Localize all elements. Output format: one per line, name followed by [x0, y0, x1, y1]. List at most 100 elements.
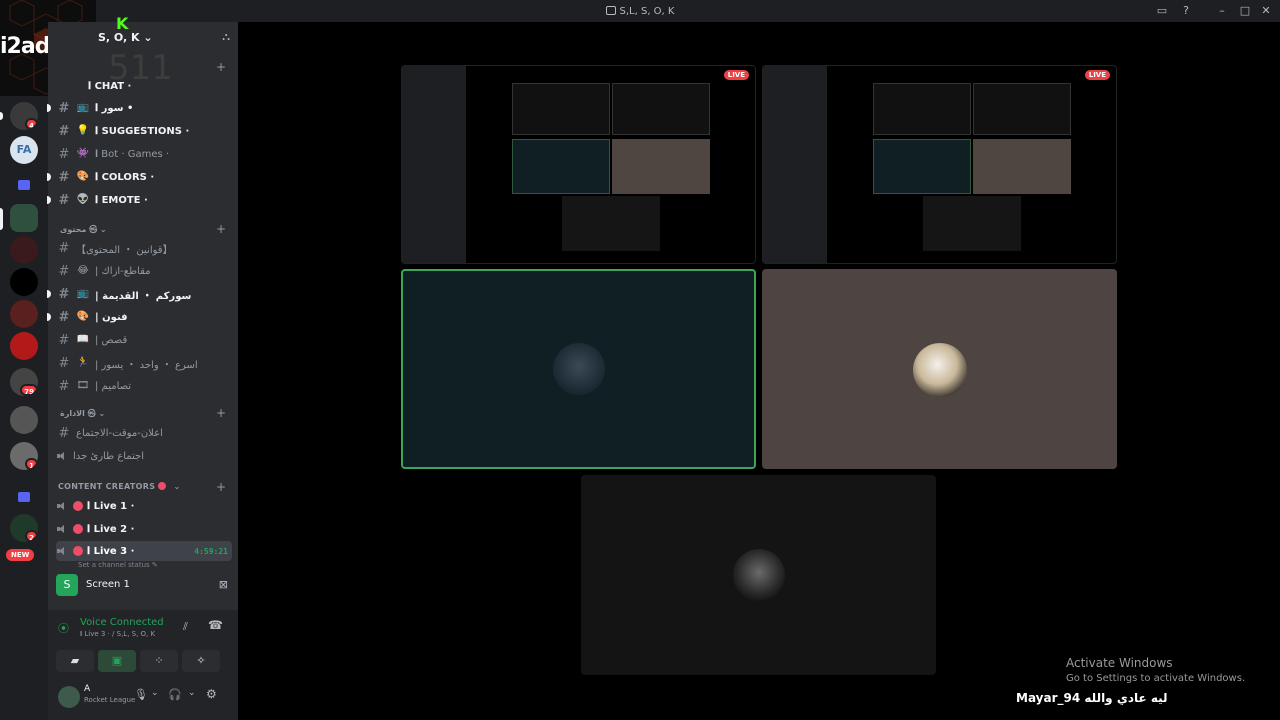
channel-item[interactable]: # 📺 سوركم ・ القديمة |: [47, 284, 232, 304]
activation-watermark: Activate Windows Go to Settings to activ…: [1066, 656, 1245, 684]
channel-item[interactable]: # 📺 𝐈 سور •: [47, 98, 232, 118]
voice-channel-item[interactable]: اجتماع طارئ جدا: [56, 446, 232, 466]
server-icon[interactable]: [10, 300, 38, 328]
speaker-icon: [56, 451, 67, 461]
server-header[interactable]: K S, O, K ⌄ 511 ⛬: [48, 14, 238, 88]
channel-item[interactable]: # 🎞 تصاميم |: [56, 376, 232, 396]
add-channel-icon[interactable]: +: [216, 60, 226, 74]
channel-item[interactable]: # 👾 𝐈 Bot · Games ·: [56, 144, 232, 164]
participant-tile[interactable]: [762, 269, 1117, 469]
category-creators[interactable]: CONTENT CREATORS ⌄: [58, 482, 180, 491]
folder-icon[interactable]: [10, 172, 38, 200]
channel-label: 𝐈 Live 2 ·: [87, 523, 135, 535]
add-channel-icon[interactable]: +: [216, 406, 226, 420]
category-label: محتوى ㉿: [60, 225, 98, 234]
server-icon[interactable]: [10, 332, 38, 360]
inbox-icon[interactable]: ▭: [1154, 3, 1170, 19]
voice-channel-live-3[interactable]: 𝐈 Live 3 · 4:59:21: [56, 541, 232, 561]
server-icon-current[interactable]: [10, 204, 38, 232]
channel-item[interactable]: # 🎨 فنون |: [47, 307, 232, 327]
unread-indicator: [47, 104, 51, 112]
runner-emoji-icon: 🏃: [76, 357, 90, 368]
minimize-button[interactable]: –: [1214, 3, 1230, 19]
microphone-icon[interactable]: 🎙: [134, 688, 148, 701]
game-emoji-icon: 👾: [76, 148, 90, 159]
channel-label: قصص |: [95, 334, 128, 346]
chevron-down-icon[interactable]: ⌄: [151, 688, 159, 698]
server-badge: 4: [25, 118, 38, 130]
stream-tile-screen[interactable]: LIVE: [401, 65, 756, 264]
add-channel-icon[interactable]: +: [216, 480, 226, 494]
maximize-button[interactable]: □: [1237, 3, 1253, 19]
soundboard-button[interactable]: ✧: [182, 650, 220, 672]
server-icon[interactable]: 1: [10, 442, 38, 470]
participant-tile-speaking[interactable]: [401, 269, 756, 469]
channel-label: 𝐈 سور •: [95, 102, 134, 114]
help-icon[interactable]: ?: [1178, 3, 1194, 19]
channel-label: 𝐈 Live 3 ·: [87, 545, 135, 557]
server-badge: 1: [25, 458, 38, 470]
screen-share-button[interactable]: ▣: [98, 650, 136, 672]
disconnect-icon[interactable]: ☎: [208, 618, 223, 632]
noise-suppression-icon[interactable]: ⫽: [183, 620, 188, 634]
channel-label: 𝐈 Live 1 ·: [87, 500, 135, 512]
channel-item[interactable]: # 🎨 𝐈 COLORS ·: [47, 167, 232, 187]
channel-label: 𝐈 Bot · Games ·: [95, 148, 170, 160]
folder-icon[interactable]: [10, 484, 38, 512]
server-icon[interactable]: [10, 268, 38, 296]
server-icon[interactable]: [10, 406, 38, 434]
voice-channel-path[interactable]: 𝐈 Live 3 · / S,L, S, O, K: [80, 630, 155, 639]
category-admin[interactable]: الادارة ㉿ ⌄: [60, 408, 105, 419]
channel-item[interactable]: # 👽 𝐈 EMOTE ·: [47, 190, 232, 210]
stream-preview-tile: [562, 196, 660, 251]
gear-icon[interactable]: ⚙: [206, 687, 217, 701]
server-icon[interactable]: 79: [10, 368, 38, 396]
add-channel-icon[interactable]: +: [216, 222, 226, 236]
activities-button[interactable]: ⁘: [140, 650, 178, 672]
server-name[interactable]: S, O, K ⌄: [98, 31, 153, 44]
server-badge: 79: [20, 384, 38, 396]
server-icon[interactable]: [10, 236, 38, 264]
stream-tile-screen[interactable]: LIVE: [762, 65, 1117, 264]
user-activity: Rocket League: [84, 696, 136, 704]
hash-icon: #: [58, 425, 70, 441]
server-icon[interactable]: 4: [10, 102, 38, 130]
channel-chat[interactable]: 𝐈 CHAT ·: [88, 76, 228, 96]
alien-emoji-icon: 👽: [76, 194, 90, 205]
voice-status[interactable]: Voice Connected: [80, 617, 164, 628]
hash-icon: #: [58, 123, 70, 139]
hash-icon: #: [58, 192, 70, 208]
screen-share-panel[interactable]: S Screen 1 ⊠: [56, 574, 230, 602]
channel-item[interactable]: # اعلان-موقت-الاجتماع: [56, 423, 232, 443]
headphones-icon[interactable]: 🎧: [168, 688, 182, 701]
channel-item[interactable]: # 📖 قصص |: [56, 330, 232, 350]
channel-item[interactable]: # 【قوانين ・ المحتوى】: [56, 238, 232, 258]
stop-share-icon[interactable]: ⊠: [219, 578, 228, 591]
channel-label: مقاطع-ازاك |: [95, 265, 151, 277]
chevron-down-icon: ⌄: [143, 31, 153, 44]
user-name[interactable]: A: [84, 684, 90, 694]
live-dot-icon: [73, 501, 83, 511]
server-icon[interactable]: 2: [10, 514, 38, 542]
channel-status[interactable]: Set a channel status ✎: [78, 561, 158, 569]
channel-item[interactable]: # 🏃 اسرع ・ واحد ・ يسور |: [56, 353, 232, 373]
server-icon-fa[interactable]: FA: [10, 136, 38, 164]
window-title-text: S,L, S, O, K: [619, 5, 675, 17]
camera-off-button[interactable]: ▰: [56, 650, 94, 672]
category-content[interactable]: محتوى ㉿ ⌄: [60, 224, 107, 235]
palette-emoji-icon: 🎨: [76, 311, 90, 322]
channel-label: فنون |: [95, 311, 128, 323]
channel-label: 𝐈 SUGGESTIONS ·: [95, 125, 190, 137]
book-emoji-icon: 📖: [76, 334, 90, 345]
channel-item[interactable]: # 😂 مقاطع-ازاك |: [56, 261, 232, 281]
voice-channel-live-2[interactable]: 𝐈 Live 2 ·: [56, 519, 232, 539]
channel-item[interactable]: # 💡 𝐈 SUGGESTIONS ·: [56, 121, 232, 141]
hash-icon: #: [58, 263, 70, 279]
user-avatar[interactable]: [58, 686, 80, 708]
add-friend-icon[interactable]: ⛬: [222, 30, 230, 44]
chevron-down-icon[interactable]: ⌄: [188, 688, 196, 698]
voice-channel-live-1[interactable]: 𝐈 Live 1 ·: [56, 496, 232, 516]
stream-preview-tile: [873, 139, 971, 194]
participant-tile[interactable]: [581, 475, 936, 675]
close-button[interactable]: ✕: [1258, 3, 1274, 19]
